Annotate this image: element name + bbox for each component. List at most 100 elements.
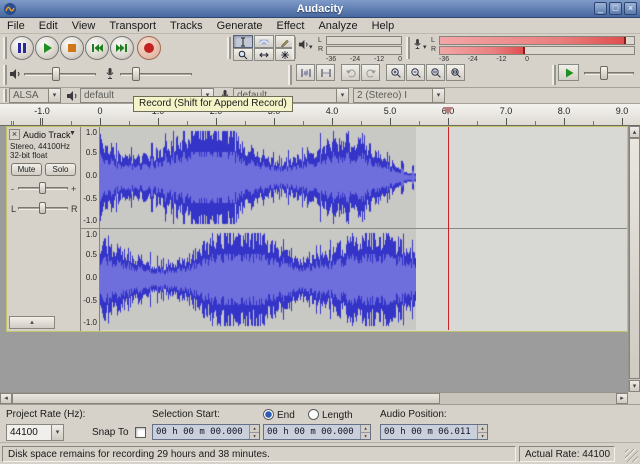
scroll-up-button[interactable]: ▴ [629,126,640,138]
snap-to-checkbox[interactable] [135,427,146,438]
gain-slider[interactable] [18,179,68,197]
minimize-button[interactable]: _ [594,2,607,15]
output-volume-slider[interactable] [24,65,96,83]
vertical-ruler[interactable]: 1.0 0.5 0.0 -0.5 -1.0 1.0 0.5 0.0 -0.5 -… [81,127,100,331]
maximize-button[interactable]: □ [609,2,622,15]
playback-meter-bar-left[interactable] [326,36,402,45]
menubar: File Edit View Transport Tracks Generate… [0,18,640,34]
horizontal-scrollbar[interactable]: ◂ ▸ [0,392,628,404]
input-volume-thumb[interactable] [132,67,140,81]
envelope-tool-button[interactable] [254,35,274,48]
audio-host-dropdown-icon[interactable]: ▾ [48,89,60,102]
ruler-label: -1.0 [34,106,50,116]
play-at-speed-button[interactable] [558,64,579,81]
menu-generate[interactable]: Generate [210,19,270,33]
redo-button[interactable] [361,64,380,81]
window-resize-grip[interactable] [625,449,638,462]
waveform-left-channel[interactable] [100,127,416,228]
play-speed-slider[interactable] [584,64,634,82]
record-meter-mic-icon[interactable] [412,38,423,50]
waveform-right-channel[interactable] [100,229,416,330]
silence-audio-button[interactable] [316,64,335,81]
tools-toolbar-grip[interactable] [227,37,231,59]
end-radio[interactable] [263,409,274,420]
play-button[interactable] [35,36,59,60]
input-device-dropdown-icon[interactable]: ▾ [336,89,348,102]
menu-view[interactable]: View [65,19,103,33]
input-channels-select[interactable]: 2 (Stereo) I ▾ [353,88,445,103]
horizontal-scroll-thumb[interactable] [12,393,440,404]
transport-toolbar-grip[interactable] [3,37,7,59]
pan-slider[interactable] [18,199,68,217]
menu-tracks[interactable]: Tracks [163,19,210,33]
playback-meter-grip[interactable] [292,37,296,59]
solo-button[interactable]: Solo [45,163,76,176]
zoom-tool-button[interactable] [233,48,253,61]
transcription-toolbar-grip[interactable] [552,65,556,85]
track-title[interactable]: Audio Track [23,130,71,140]
playback-meter-dropdown-icon[interactable]: ▾ [309,43,313,51]
pause-button[interactable] [10,36,34,60]
track-menu-icon[interactable]: ▼ [69,130,76,137]
selection-end-spinner[interactable]: ▴▾ [360,425,370,439]
record-meter-dropdown-icon[interactable]: ▾ [423,43,427,51]
scroll-down-button[interactable]: ▾ [629,380,640,392]
vertical-scrollbar[interactable]: ▴ ▾ [628,126,640,392]
trim-audio-button[interactable] [296,64,315,81]
input-volume-slider[interactable] [120,65,192,83]
menu-edit[interactable]: Edit [32,19,65,33]
timeline-ruler[interactable]: -1.0 0 1.0 2.0 3.0 4.0 5.0 6.0 7.0 8.0 9… [0,104,640,126]
mixer-toolbar-grip[interactable] [3,65,7,85]
track-close-button[interactable]: × [9,129,20,140]
edit-toolbar-grip[interactable] [288,65,292,85]
playback-meter-bar-right[interactable] [326,46,402,55]
playback-meter-scale: -36-24-120 [326,56,402,63]
skip-to-end-button[interactable] [110,36,134,60]
pan-thumb[interactable] [39,202,46,214]
magnifier-icon [238,50,248,60]
selection-tool-button[interactable] [233,35,253,48]
zoom-out-button[interactable] [406,64,425,81]
menu-analyze[interactable]: Analyze [311,19,364,33]
menu-transport[interactable]: Transport [102,19,163,33]
menu-file[interactable]: File [0,19,32,33]
waveform-area[interactable] [100,127,627,331]
vertical-scroll-thumb[interactable] [629,138,640,379]
time-shift-tool-button[interactable] [254,48,274,61]
titlebar[interactable]: Audacity _ □ × [0,0,640,18]
zoom-in-button[interactable] [386,64,405,81]
play-speed-thumb[interactable] [600,66,608,80]
gain-thumb[interactable] [39,182,46,194]
project-rate-dropdown-icon[interactable]: ▾ [51,425,63,440]
fit-project-icon [450,67,462,79]
playback-meter-speaker-icon[interactable] [298,39,309,50]
mute-button[interactable]: Mute [11,163,42,176]
selection-end-field[interactable]: 00 h 00 m 00.000 s ▴▾ [263,424,371,440]
track-collapse-button[interactable]: ▴ [9,316,55,329]
menu-effect[interactable]: Effect [270,19,312,33]
fit-project-button[interactable] [446,64,465,81]
fit-selection-button[interactable] [426,64,445,81]
selection-start-spinner[interactable]: ▴▾ [249,425,259,439]
stop-button[interactable] [60,36,84,60]
input-channels-dropdown-icon[interactable]: ▾ [432,89,444,102]
output-volume-thumb[interactable] [52,67,60,81]
record-meter-bar-right[interactable] [439,46,635,55]
skip-to-start-button[interactable] [85,36,109,60]
scroll-right-button[interactable]: ▸ [616,393,628,404]
device-toolbar-grip[interactable] [3,89,7,102]
menu-help[interactable]: Help [365,19,402,33]
undo-button[interactable] [341,64,360,81]
selection-start-field[interactable]: 00 h 00 m 00.000 s ▴▾ [152,424,260,440]
audio-host-select[interactable]: ALSA ▾ [9,88,61,103]
audio-position-spinner[interactable]: ▴▾ [477,425,487,439]
record-button-tooltip: Record (Shift for Append Record) [133,96,293,112]
record-meter-grip[interactable] [406,37,410,59]
audio-position-field[interactable]: 00 h 00 m 06.011 s ▴▾ [380,424,488,440]
record-button[interactable] [137,36,161,60]
scroll-left-button[interactable]: ◂ [0,393,12,404]
record-meter-bar-left[interactable] [439,36,635,45]
project-rate-select[interactable]: 44100 ▾ [6,424,64,441]
length-radio[interactable] [308,409,319,420]
close-button[interactable]: × [624,2,637,15]
